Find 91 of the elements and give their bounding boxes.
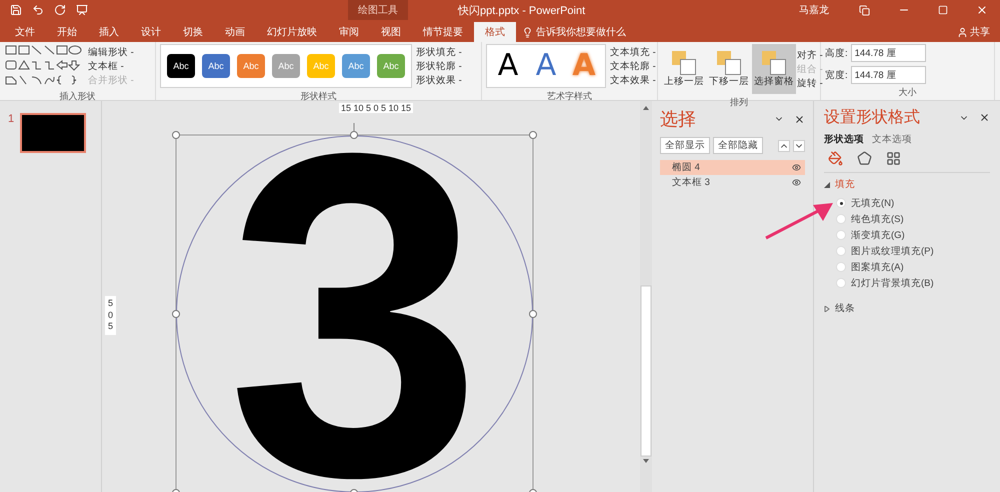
tell-me-field[interactable]: 告诉我你想要做什么 xyxy=(522,22,626,42)
ruler-label: 5 0 5 xyxy=(105,296,116,336)
arrange-button[interactable]: 选择窗格 xyxy=(752,44,796,94)
pane-tab[interactable]: 文本选项 xyxy=(872,133,912,146)
section-header[interactable]: 线条 xyxy=(824,302,990,315)
fill-option[interactable]: 幻灯片背景填充(B) xyxy=(836,275,990,291)
ribbon-command[interactable]: 对齐 - xyxy=(797,48,823,62)
share-button[interactable]: 共享 xyxy=(957,22,990,42)
context-tab-label: 绘图工具 xyxy=(348,0,408,20)
ribbon-command[interactable]: 文本框 - xyxy=(88,60,134,72)
ribbon-tab[interactable]: 幻灯片放映 xyxy=(256,22,328,42)
move-down-icon[interactable] xyxy=(793,140,805,152)
undo-icon[interactable] xyxy=(32,4,44,16)
grid-icon[interactable] xyxy=(886,151,901,166)
arrange-button[interactable]: 上移一层 xyxy=(662,44,706,94)
group-label: 大小 xyxy=(898,86,918,99)
size-label: 宽度: xyxy=(825,68,848,82)
close-icon[interactable] xyxy=(794,114,805,124)
ribbon-tab[interactable]: 审阅 xyxy=(328,22,370,42)
ribbon-command[interactable]: 文本填充 - xyxy=(610,46,656,58)
size-label: 高度: xyxy=(825,46,848,60)
group-label: 艺术字样式 xyxy=(546,90,593,103)
window-title: 快闪ppt.pptx - PowerPoint xyxy=(458,4,586,18)
ribbon-tab[interactable]: 动画 xyxy=(214,22,256,42)
user-name: 马嘉龙 xyxy=(799,4,829,17)
ribbon-tab[interactable]: 视图 xyxy=(370,22,412,42)
lightbulb-icon xyxy=(522,26,533,38)
slideshow-icon[interactable] xyxy=(76,4,88,16)
ribbon-tab[interactable]: 插入 xyxy=(88,22,130,42)
paint-bucket-icon[interactable] xyxy=(828,151,843,166)
radio-button[interactable] xyxy=(836,198,846,208)
ribbon-command[interactable]: 编辑形状 - xyxy=(88,46,134,58)
eye-icon[interactable] xyxy=(792,178,801,187)
section-header[interactable]: 填充 xyxy=(824,178,990,191)
section-label: 线条 xyxy=(835,302,855,315)
redo-icon[interactable] xyxy=(54,4,66,16)
fill-option[interactable]: 图案填充(A) xyxy=(836,259,990,275)
expanded-icon xyxy=(824,182,830,188)
section-label: 填充 xyxy=(835,178,855,191)
group-label: 形状样式 xyxy=(300,90,338,103)
selection-item[interactable]: 文本框 3 xyxy=(660,175,805,190)
ribbon-tab[interactable]: 设计 xyxy=(130,22,172,42)
selection-item[interactable]: 椭圆 4 xyxy=(660,160,805,175)
pentagon-icon[interactable] xyxy=(857,151,872,166)
ribbon-tab[interactable]: 文件 xyxy=(4,22,46,42)
fill-option[interactable]: 渐变填充(G) xyxy=(836,227,990,243)
group-label: 插入形状 xyxy=(58,90,96,103)
ribbon-tab[interactable]: 切换 xyxy=(172,22,214,42)
ribbon-command[interactable]: 文本轮廓 - xyxy=(610,60,656,72)
ribbon-tab[interactable]: 情节提要 xyxy=(412,22,474,42)
ribbon-command[interactable]: 形状轮廓 - xyxy=(416,60,462,72)
pane-title: 选择 xyxy=(660,108,696,131)
ribbon-display-icon[interactable] xyxy=(859,4,870,16)
wordart-sample[interactable]: A xyxy=(531,51,561,81)
ribbon-tab[interactable]: 开始 xyxy=(46,22,88,42)
fill-option[interactable]: 纯色填充(S) xyxy=(836,211,990,227)
pane-button[interactable]: 全部显示 xyxy=(660,137,710,154)
pane-button[interactable]: 全部隐藏 xyxy=(713,137,763,154)
move-up-icon[interactable] xyxy=(778,140,790,152)
eye-icon[interactable] xyxy=(792,163,801,172)
style-preset[interactable]: Abc xyxy=(167,54,195,78)
radio-button[interactable] xyxy=(836,262,846,272)
style-preset[interactable]: Abc xyxy=(202,54,230,78)
ruler-label: 15 10 5 0 5 10 15 xyxy=(339,103,414,113)
slide-number: 1 xyxy=(8,113,14,125)
radio-button[interactable] xyxy=(836,278,846,288)
close-icon[interactable] xyxy=(976,4,988,16)
person-icon xyxy=(957,26,968,38)
collapsed-icon xyxy=(824,306,830,312)
ribbon-tab[interactable]: 格式 xyxy=(474,22,516,42)
size-field[interactable]: 144.78 厘 xyxy=(850,44,926,62)
scrollbar-drawing[interactable] xyxy=(640,101,652,492)
pane-title: 设置形状格式 xyxy=(824,108,920,128)
group-label: 排列 xyxy=(729,96,749,109)
maximize-icon[interactable] xyxy=(938,5,948,15)
fill-option[interactable]: 图片或纹理填充(P) xyxy=(836,243,990,259)
ribbon-command[interactable]: 形状填充 - xyxy=(416,46,462,58)
radio-button[interactable] xyxy=(836,230,846,240)
ribbon-command[interactable]: 旋转 - xyxy=(797,76,823,90)
size-field[interactable]: 144.78 厘 xyxy=(850,66,926,84)
save-icon[interactable] xyxy=(10,4,22,16)
arrange-button[interactable]: 下移一层 xyxy=(707,44,751,94)
slide-thumbnail[interactable] xyxy=(20,113,86,153)
pane-tab[interactable]: 形状选项 xyxy=(824,133,864,146)
close-icon[interactable] xyxy=(979,112,990,123)
wordart-sample[interactable]: A xyxy=(493,51,523,81)
radio-button[interactable] xyxy=(836,246,846,256)
ribbon-command[interactable]: 文本效果 - xyxy=(610,74,656,86)
ribbon-command[interactable]: 形状效果 - xyxy=(416,74,462,86)
fill-option[interactable]: 无填充(N) xyxy=(836,195,990,211)
radio-button[interactable] xyxy=(836,214,846,224)
